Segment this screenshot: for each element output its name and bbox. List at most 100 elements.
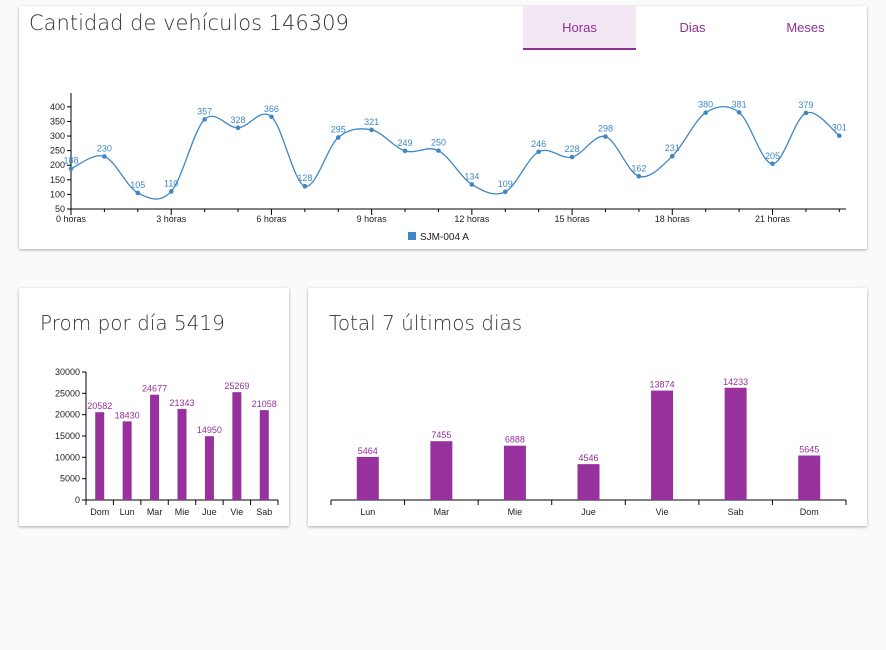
data-label: 295 (331, 124, 346, 134)
data-point (770, 161, 775, 167)
y-tick-label: 100 (50, 189, 65, 199)
y-tick-label: 0 (75, 495, 80, 505)
data-label: 128 (297, 173, 312, 183)
y-tick-label: 10000 (55, 452, 80, 462)
series-line (70, 105, 840, 200)
data-label: 366 (264, 104, 279, 114)
bar (577, 464, 600, 500)
y-tick-label: 350 (50, 116, 65, 126)
daily-average-bar-chart: 0 5000 10000 15000 20000 25000 30000 20582 Dom 18… (55, 367, 279, 517)
data-label: 162 (631, 163, 646, 173)
bar (95, 412, 105, 500)
bar (122, 421, 132, 500)
x-tick-label: 15 horas (555, 214, 591, 224)
data-point (636, 174, 642, 179)
data-point (402, 148, 408, 154)
data-point (235, 125, 241, 131)
bar (356, 456, 379, 500)
x-tick-label: Mie (508, 507, 523, 517)
data-label: 301 (832, 123, 847, 133)
x-tick-label: 9 horas (357, 214, 388, 224)
hourly-chart-card: Cantidad de vehículos 146309 Horas Dias … (19, 6, 867, 249)
x-tick-label: 18 horas (655, 214, 691, 224)
bar-value-label: 5464 (358, 446, 378, 456)
data-point (436, 148, 441, 153)
x-tick-label: Lun (360, 507, 375, 517)
x-tick-label: Sab (256, 507, 272, 517)
data-point (102, 154, 107, 159)
x-tick-label: Mar (147, 507, 163, 517)
x-tick-label: Dom (90, 507, 109, 517)
y-tick-label: 20000 (55, 410, 80, 420)
x-tick-label: 6 horas (256, 214, 287, 224)
x-tick-label: Mie (175, 507, 190, 517)
last-7-days-bar-chart: 5464 Lun 7455 Mar 6888 Mie 4546 Jue 13874 Vie 1423… (330, 377, 847, 517)
y-tick-label: 30000 (55, 367, 80, 377)
data-point (469, 182, 475, 187)
data-label: 379 (798, 100, 813, 110)
x-tick-label: Vie (656, 507, 669, 517)
y-tick-label: 250 (50, 146, 65, 156)
bar (232, 392, 242, 500)
bar-value-label: 6888 (505, 435, 525, 445)
legend-label: SJM-004 A (420, 232, 469, 243)
x-tick-label: 12 horas (454, 214, 490, 224)
last-7-days-card: Total 7 últimos dias 5464 Lun 7455 Mar 6888 M… (308, 288, 867, 526)
data-point (502, 189, 508, 195)
bar-value-label: 14233 (723, 377, 748, 387)
data-point (837, 133, 842, 139)
daily-average-card: Prom por día 5419 0 5000 10000 15000 20000 25… (19, 288, 289, 526)
bar (503, 445, 526, 500)
bar (259, 410, 269, 500)
bar-value-label: 24677 (142, 384, 167, 394)
data-label: 110 (164, 178, 178, 188)
bar-value-label: 21343 (169, 398, 194, 408)
data-point (269, 114, 274, 120)
data-point (536, 149, 541, 155)
data-point (135, 190, 141, 196)
bar (150, 394, 160, 500)
bar (430, 441, 453, 500)
bar-value-label: 14950 (197, 425, 222, 435)
data-label: 228 (565, 144, 580, 154)
data-label: 250 (431, 138, 446, 148)
data-label: 205 (765, 151, 780, 161)
data-label: 246 (531, 139, 546, 149)
x-tick-label: Jue (202, 507, 217, 517)
bar (724, 387, 747, 500)
bar-value-label: 7455 (431, 430, 451, 440)
data-label: 231 (665, 143, 680, 153)
data-label: 381 (732, 99, 747, 109)
data-label: 230 (97, 143, 112, 153)
y-tick-label: 50 (55, 204, 65, 214)
bar-value-label: 4546 (578, 453, 598, 463)
data-label: 105 (130, 180, 145, 190)
data-label: 357 (197, 106, 212, 116)
x-tick-label: Lun (120, 507, 135, 517)
y-tick-label: 15000 (55, 431, 80, 441)
y-tick-label: 150 (50, 175, 65, 185)
x-tick-label: 21 horas (755, 214, 791, 224)
data-label: 109 (498, 179, 513, 189)
data-label: 188 (63, 156, 78, 166)
bar (798, 455, 821, 500)
data-point (168, 189, 174, 194)
data-point (736, 110, 742, 115)
data-label: 134 (464, 171, 479, 181)
y-tick-label: 300 (50, 131, 65, 141)
data-label: 298 (598, 124, 613, 134)
bar (651, 390, 674, 500)
data-point (369, 127, 374, 133)
data-label: 249 (398, 138, 413, 148)
data-point (202, 117, 207, 122)
data-label: 380 (698, 100, 713, 110)
bar-value-label: 5645 (799, 444, 819, 454)
bar (177, 408, 187, 500)
data-point (68, 166, 74, 172)
x-tick-label: Vie (230, 507, 243, 517)
bar-value-label: 20582 (87, 401, 112, 411)
x-tick-label: Mar (434, 507, 450, 517)
y-tick-label: 5000 (60, 474, 80, 484)
x-tick-label: 0 horas (56, 214, 87, 224)
data-point (669, 153, 675, 159)
